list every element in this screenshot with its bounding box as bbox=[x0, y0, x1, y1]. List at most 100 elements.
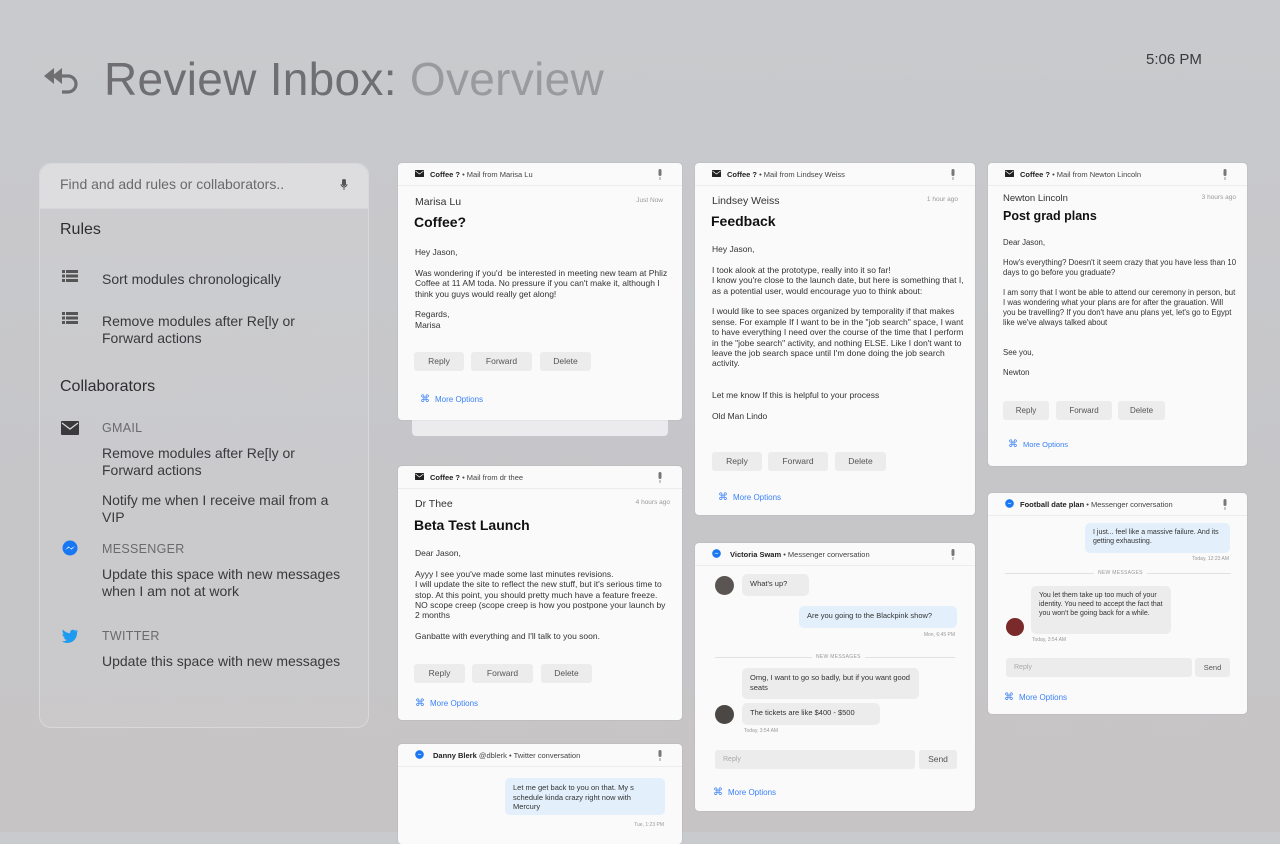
mail-card-lindsey[interactable]: Coffee ? • Mail from Lindsey Weiss Linds… bbox=[695, 163, 975, 515]
message-bubble-outgoing: Let me get back to you on that. My s sch… bbox=[505, 778, 665, 815]
message-timestamp: Mon, 6:45 PM bbox=[923, 632, 955, 638]
card-header: Football date plan • Messenger conversat… bbox=[988, 493, 1247, 516]
more-options-link[interactable]: ⌘ More Options bbox=[1008, 439, 1068, 450]
page-title-sub: Overview bbox=[409, 53, 605, 105]
new-messages-label: NEW MESSAGES bbox=[1094, 570, 1147, 576]
avatar bbox=[1006, 618, 1024, 636]
messenger-icon bbox=[712, 549, 721, 558]
messenger-card-football[interactable]: Football date plan • Messenger conversat… bbox=[988, 493, 1247, 714]
delete-button[interactable]: Delete bbox=[1118, 401, 1165, 420]
delete-button[interactable]: Delete bbox=[835, 452, 886, 471]
card-header: Danny Blerk @dblerk • Twitter conversati… bbox=[398, 744, 682, 767]
rule-remove-after-reply[interactable]: Remove modules after Re[ly or Forward ac… bbox=[102, 313, 342, 347]
rule-gmail-remove[interactable]: Remove modules after Re[ly or Forward ac… bbox=[102, 445, 342, 479]
forward-button[interactable]: Forward bbox=[1056, 401, 1112, 420]
more-options-link[interactable]: ⌘ More Options bbox=[415, 698, 478, 709]
forward-button[interactable]: Forward bbox=[768, 452, 828, 471]
twitter-card-danny[interactable]: Danny Blerk @dblerk • Twitter conversati… bbox=[398, 744, 682, 844]
command-icon: ⌘ bbox=[718, 492, 728, 503]
search-input[interactable] bbox=[60, 176, 320, 192]
sender-name: Marisa Lu bbox=[415, 196, 462, 208]
reply-button[interactable]: Reply bbox=[712, 452, 762, 471]
messenger-icon bbox=[1005, 499, 1014, 508]
mail-subject: Feedback bbox=[711, 213, 776, 229]
avatar bbox=[715, 705, 734, 724]
message-timestamp: Today, 3:54 AM bbox=[1032, 637, 1067, 643]
avatar bbox=[715, 576, 734, 595]
rule-messenger-update[interactable]: Update this space with new messages when… bbox=[102, 566, 342, 600]
command-icon: ⌘ bbox=[1004, 692, 1014, 703]
reply-input[interactable]: Reply bbox=[1006, 658, 1192, 677]
sender-name: Lindsey Weiss bbox=[712, 195, 780, 207]
sender-name: Newton Lincoln bbox=[1003, 193, 1068, 204]
messenger-card-victoria[interactable]: Victoria Swam • Messenger conversation W… bbox=[695, 543, 975, 811]
delete-button[interactable]: Delete bbox=[541, 664, 592, 683]
message-bubble-incoming: You let them take up too much of your id… bbox=[1031, 586, 1171, 634]
more-options-link[interactable]: ⌘ More Options bbox=[713, 787, 776, 798]
command-icon: ⌘ bbox=[713, 787, 723, 798]
rules-heading: Rules bbox=[60, 221, 101, 238]
card-header-text: Coffee ? • Mail from Marisa Lu bbox=[430, 170, 533, 179]
mail-card-marisa[interactable]: Coffee ? • Mail from Marisa Lu Marisa Lu… bbox=[398, 163, 682, 420]
reply-button[interactable]: Reply bbox=[1003, 401, 1049, 420]
card-header: Coffee ? • Mail from Marisa Lu bbox=[398, 163, 682, 186]
messenger-icon bbox=[62, 540, 78, 556]
forward-button[interactable]: Forward bbox=[471, 352, 532, 371]
source-label-messenger: MESSENGER bbox=[102, 542, 185, 556]
rules-panel: Rules Sort modules chronologically Remov… bbox=[39, 163, 369, 728]
message-bubble-outgoing: I just... feel like a massive failure. A… bbox=[1085, 523, 1230, 553]
more-options-link[interactable]: ⌘ More Options bbox=[718, 492, 781, 503]
microphone-icon[interactable] bbox=[340, 179, 348, 191]
mail-icon bbox=[1005, 170, 1014, 177]
message-bubble-outgoing: Are you going to the Blackpink show? bbox=[799, 606, 957, 628]
card-header-text: Victoria Swam • Messenger conversation bbox=[730, 550, 870, 559]
source-label-gmail: GMAIL bbox=[102, 421, 143, 435]
reply-input[interactable]: Reply bbox=[715, 750, 915, 769]
page-title-main: Review Inbox: bbox=[104, 53, 397, 105]
mail-card-dr-thee[interactable]: Coffee ? • Mail from dr thee Dr Thee 4 h… bbox=[398, 466, 682, 720]
mail-icon bbox=[415, 170, 424, 177]
list-icon bbox=[62, 312, 78, 324]
command-icon: ⌘ bbox=[420, 394, 430, 405]
message-bubble-incoming: What's up? bbox=[742, 574, 809, 596]
rule-twitter-update[interactable]: Update this space with new messages bbox=[102, 653, 342, 670]
microphone-icon[interactable] bbox=[949, 169, 957, 181]
message-timestamp: Today, 12:23 AM bbox=[1192, 556, 1229, 562]
mail-body: Hey Jason, I took alook at the prototype… bbox=[712, 244, 964, 421]
back-icon[interactable] bbox=[40, 62, 80, 96]
new-messages-label: NEW MESSAGES bbox=[812, 654, 865, 660]
search-bar bbox=[40, 164, 368, 209]
mail-card-newton[interactable]: Coffee ? • Mail from Newton Lincoln Newt… bbox=[988, 163, 1247, 466]
message-timestamp: Tue, 1:23 PM bbox=[634, 822, 664, 828]
timestamp: Just Now bbox=[636, 197, 663, 204]
rule-gmail-notify-vip[interactable]: Notify me when I receive mail from a VIP bbox=[102, 492, 342, 526]
send-button[interactable]: Send bbox=[919, 750, 957, 769]
mail-body: Dear Jason, How's everything? Doesn't it… bbox=[1003, 238, 1237, 377]
page-title: Review Inbox: Overview bbox=[104, 52, 604, 106]
messenger-icon bbox=[415, 750, 424, 759]
mail-body: Dear Jason, Ayyy I see you've made some … bbox=[415, 548, 666, 642]
rule-sort-chronologically[interactable]: Sort modules chronologically bbox=[102, 271, 342, 288]
reply-button[interactable]: Reply bbox=[414, 352, 464, 371]
send-button[interactable]: Send bbox=[1195, 658, 1230, 677]
microphone-icon[interactable] bbox=[1221, 499, 1229, 511]
microphone-icon[interactable] bbox=[949, 549, 957, 561]
mail-subject: Coffee? bbox=[414, 214, 467, 230]
delete-button[interactable]: Delete bbox=[540, 352, 591, 371]
microphone-icon[interactable] bbox=[656, 169, 664, 181]
source-label-twitter: TWITTER bbox=[102, 629, 160, 643]
command-icon: ⌘ bbox=[1008, 439, 1018, 450]
microphone-icon[interactable] bbox=[1221, 169, 1229, 181]
microphone-icon[interactable] bbox=[656, 472, 664, 484]
forward-button[interactable]: Forward bbox=[472, 664, 533, 683]
timestamp: 1 hour ago bbox=[926, 196, 958, 203]
timestamp: 4 hours ago bbox=[635, 499, 670, 506]
more-options-link[interactable]: ⌘ More Options bbox=[1004, 692, 1067, 703]
microphone-icon[interactable] bbox=[656, 750, 664, 762]
mail-body: Hey Jason, Was wondering if you'd be int… bbox=[415, 247, 668, 330]
command-icon: ⌘ bbox=[415, 698, 425, 709]
reply-button[interactable]: Reply bbox=[414, 664, 465, 683]
card-header-text: Coffee ? • Mail from Newton Lincoln bbox=[1020, 170, 1141, 179]
more-options-link[interactable]: ⌘ More Options bbox=[420, 394, 483, 405]
mail-subject: Post grad plans bbox=[1003, 209, 1097, 223]
